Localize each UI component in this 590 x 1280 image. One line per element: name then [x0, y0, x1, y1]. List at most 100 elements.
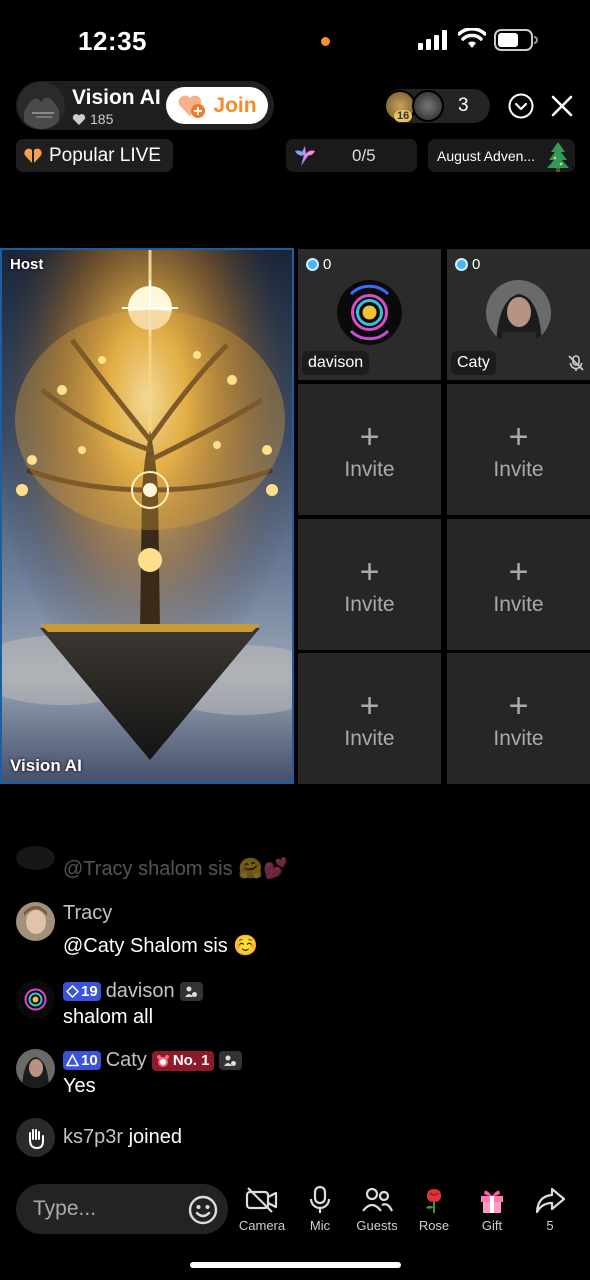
chat-text: @Caty Shalom sis ☺️: [63, 935, 259, 957]
mic-button[interactable]: Mic: [290, 1185, 350, 1233]
gift-goal-chip[interactable]: 0/5: [286, 139, 417, 172]
guests-icon: [362, 1187, 394, 1212]
triangle-level-icon: [66, 1054, 79, 1067]
host-video-tile[interactable]: Host Vision AI: [0, 248, 294, 784]
event-label: August Adven...: [437, 148, 536, 164]
popular-heart-icon: [24, 148, 42, 163]
camera-label: Camera: [238, 1218, 286, 1233]
invite-slot[interactable]: + Invite: [298, 384, 441, 515]
host-info-pill[interactable]: Vision AI 185 Join: [16, 81, 274, 130]
host-likes-count: 185: [90, 111, 114, 127]
comment-placeholder: Type...: [33, 1197, 97, 1220]
share-arrow-icon: [535, 1187, 566, 1214]
gift-button[interactable]: Gift: [462, 1185, 522, 1233]
camera-button[interactable]: Camera: [232, 1185, 292, 1233]
rose-gift-button[interactable]: Rose: [404, 1185, 464, 1233]
chat-username[interactable]: 19 davison: [63, 980, 203, 1003]
level-number: 19: [81, 983, 98, 1000]
chat-text: shalom all: [63, 1006, 154, 1028]
guest-avatar: [337, 280, 402, 345]
viewers-pill[interactable]: 16 3: [384, 89, 490, 123]
guest-score: 0: [306, 256, 331, 273]
username-text: Tracy: [63, 902, 113, 924]
add-icon: +: [508, 687, 529, 725]
username-text: davison: [105, 980, 175, 1002]
user-avatar: [16, 846, 55, 870]
chokmah-wisdom-logo-icon: [16, 980, 55, 1019]
level-number: 10: [81, 1052, 98, 1069]
score-coin-icon: [455, 258, 468, 271]
level-badge: 10: [63, 1051, 101, 1070]
guest-tile-davison[interactable]: 0 davison: [298, 249, 441, 380]
guest-badge-icon: [218, 1051, 242, 1070]
event-chip[interactable]: August Adven...: [428, 139, 575, 172]
chat-text: Yes: [63, 1075, 96, 1097]
cellular-signal-icon: [418, 30, 447, 50]
popular-live-chip[interactable]: Popular LIVE: [16, 139, 173, 172]
chat-feed[interactable]: @Tracy shalom sis 🤗💕 Tracy @Caty Shalom …: [0, 836, 590, 1166]
minimize-chevron-down-icon[interactable]: [508, 93, 534, 119]
guests-button[interactable]: Guests: [347, 1185, 407, 1233]
recording-indicator-icon: [321, 37, 330, 46]
join-button[interactable]: Join: [166, 87, 268, 124]
emoji-icon[interactable]: [187, 1194, 219, 1226]
fairy-goal-icon: [295, 146, 315, 166]
host-avatar[interactable]: [18, 82, 65, 129]
invite-label: Invite: [344, 458, 395, 481]
add-icon: +: [508, 418, 529, 456]
invite-label: Invite: [493, 458, 544, 481]
battery-icon: [494, 29, 538, 51]
rose-label: Rose: [418, 1218, 450, 1233]
viewer-level-badge: 16: [394, 110, 413, 122]
guest-badge-icon: [179, 982, 203, 1001]
caty-avatar-photo-icon: [486, 280, 551, 345]
guests-label: Guests: [356, 1218, 398, 1233]
host-name: Vision AI: [72, 86, 161, 109]
user-avatar[interactable]: [16, 902, 55, 941]
pine-tree-icon: [547, 142, 569, 172]
invite-slot[interactable]: + Invite: [447, 519, 590, 650]
score-coin-icon: [306, 258, 319, 271]
chat-username[interactable]: Tracy: [63, 902, 112, 925]
invite-label: Invite: [493, 593, 544, 616]
viewer-count: 3: [458, 95, 469, 116]
add-icon: +: [359, 687, 380, 725]
diamond-level-icon: [66, 985, 79, 998]
add-icon: +: [359, 418, 380, 456]
join-username[interactable]: ks7p3r: [63, 1126, 123, 1148]
share-count: 5: [546, 1218, 554, 1233]
host-tag: Host: [10, 256, 44, 273]
share-button[interactable]: 5: [520, 1185, 580, 1233]
host-avatar-image-icon: [18, 82, 65, 129]
join-text: ks7p3r joined: [63, 1126, 182, 1149]
close-icon[interactable]: [549, 93, 575, 119]
username-text: Caty: [105, 1049, 147, 1071]
alarm-clock-icon: [156, 1054, 169, 1067]
invite-slot[interactable]: + Invite: [298, 519, 441, 650]
chokmah-wisdom-logo-icon: [337, 280, 402, 345]
invite-slot[interactable]: + Invite: [447, 653, 590, 784]
tree-of-life-artwork-icon: [2, 250, 292, 782]
gift-goal-progress: 0/5: [352, 146, 376, 165]
invite-label: Invite: [344, 593, 395, 616]
guest-score: 0: [455, 256, 480, 273]
guest-score-value: 0: [472, 256, 481, 273]
invite-slot[interactable]: + Invite: [298, 653, 441, 784]
join-button-label: Join: [213, 93, 257, 117]
guest-tile-caty[interactable]: 0 Caty: [447, 249, 590, 380]
guest-name: Caty: [451, 351, 496, 375]
guest-avatar: [486, 280, 551, 345]
invite-slot[interactable]: + Invite: [447, 384, 590, 515]
rose-icon: [426, 1189, 441, 1213]
level-badge: 19: [63, 982, 101, 1001]
user-avatar[interactable]: [16, 1049, 55, 1088]
user-avatar[interactable]: [16, 980, 55, 1019]
comment-input[interactable]: Type...: [16, 1184, 228, 1234]
rank-badge: No. 1: [151, 1050, 214, 1071]
chat-username[interactable]: 10 Caty No. 1: [63, 1049, 242, 1072]
tracy-avatar-photo-icon: [16, 902, 55, 941]
home-indicator[interactable]: [190, 1262, 401, 1268]
viewer-avatar[interactable]: [412, 90, 444, 122]
wave-hand-icon: [16, 1118, 55, 1157]
mic-muted-icon: [568, 355, 584, 371]
